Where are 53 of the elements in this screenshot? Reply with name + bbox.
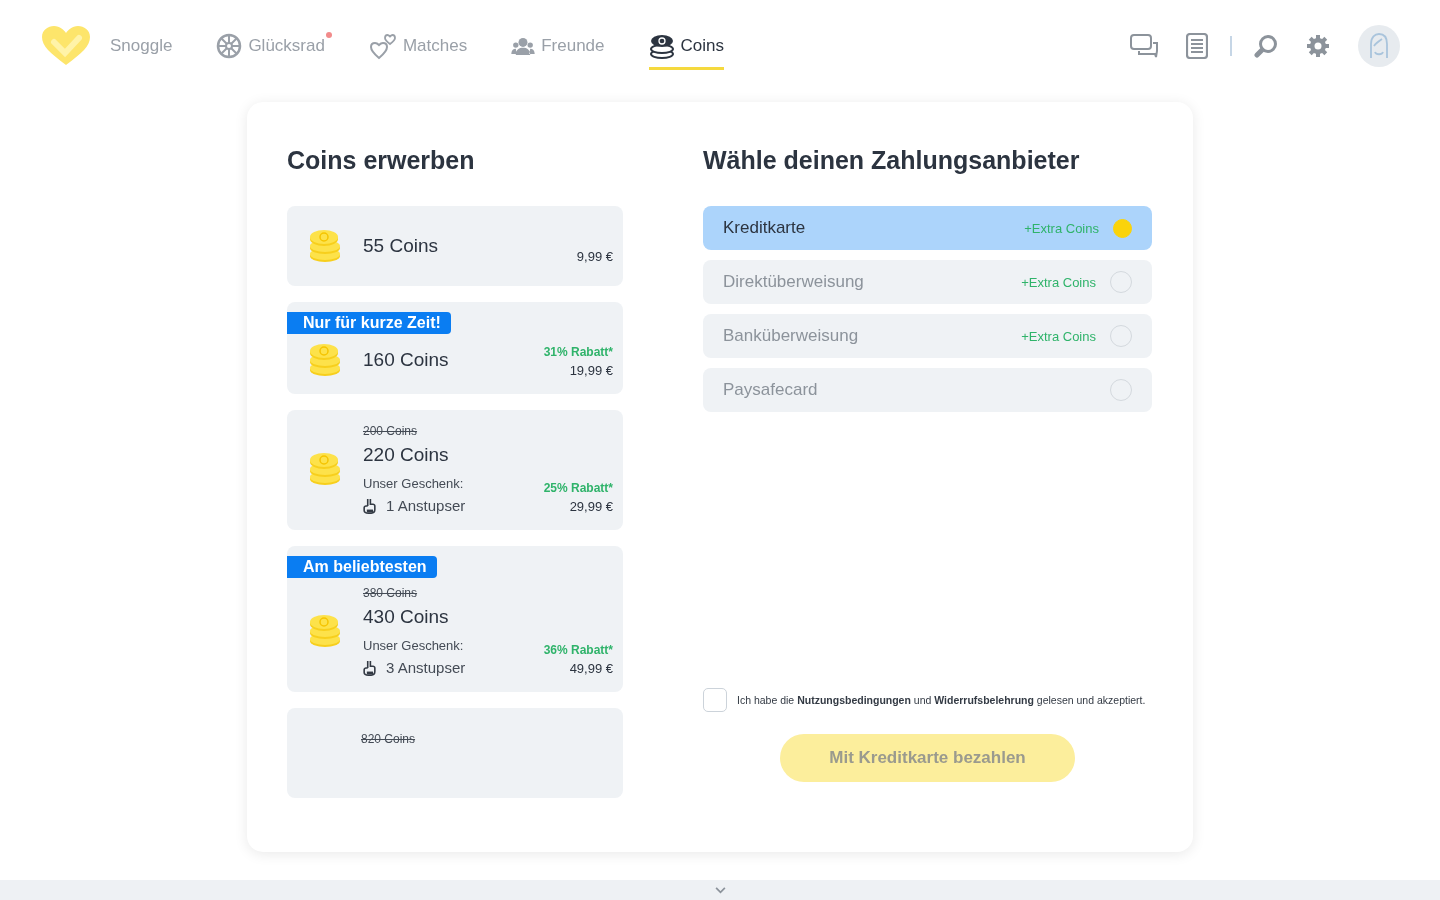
coin-stack-icon [307,613,343,649]
price-text: 19,99 € [569,363,613,378]
coin-amount: 430 Coins [363,606,450,628]
coin-amount: 160 Coins [363,349,450,371]
terms-text: Ich habe die Nutzungsbedingungen und Widerrufsbelehrung gelesen und akzeptiert. [737,694,1146,706]
price-text: 49,99 € [569,661,613,676]
people-icon [511,37,536,55]
promo-label: Nur für kurze Zeit! [287,312,451,334]
nav-tab[interactable]: Glücksrad [216,22,325,70]
payment-option[interactable]: Paysafecard [703,368,1152,412]
price-text: 29,99 € [569,499,613,514]
discount-text: 31% Rabatt* [543,345,613,359]
coin-package[interactable]: 200 Coins 220 Coins Unser Geschenk: 1 Anstupser 25% Rabatt* 29,99 € [287,410,623,530]
coin-stack-icon [307,451,343,487]
payment-option[interactable]: Kreditkarte +Extra Coins [703,206,1152,250]
document-icon[interactable] [1186,33,1208,59]
avatar[interactable] [1358,25,1400,67]
payment-option[interactable]: Direktüberweisung +Extra Coins [703,260,1152,304]
coin-stack-icon [307,342,343,378]
coin-package[interactable]: 55 Coins 9,99 € [287,206,623,286]
coin-stack-icon [307,228,343,264]
search-icon[interactable] [1254,34,1278,58]
discount-text: 25% Rabatt* [543,481,613,495]
coin-amount: 220 Coins [363,444,450,466]
wheel-icon [216,33,243,59]
gift-text: 1 Anstupser [386,497,466,514]
coin-amount: 55 Coins [363,235,439,257]
promo-label: Am beliebtesten [287,556,437,578]
old-coin-amount: 380 Coins [363,586,419,600]
gift-label: Unser Geschenk: [363,638,465,653]
coins-icon [648,33,675,59]
checkbox[interactable] [703,688,727,712]
nav-tab[interactable]: Freunde [511,22,605,70]
coin-package[interactable]: 820 Coins [287,708,623,798]
chat-icon[interactable] [1130,34,1158,58]
nav-tab[interactable]: Coins [648,22,724,70]
old-coin-amount: 200 Coins [363,424,419,438]
nav-tab[interactable]: Snoggle [40,22,173,70]
coin-package[interactable]: Nur für kurze Zeit! 160 Coins 31% Rabatt* 19,99 € [287,302,623,394]
coin-package[interactable]: Am beliebtesten 380 Coins 430 Coins Unser Geschenk: 3 Anstupser 36% Rabatt* 49,99 € [287,546,623,692]
chevron-down-icon[interactable] [714,886,726,894]
hearts-icon [368,32,397,60]
old-coin-amount: 820 Coins [361,732,417,746]
heart-logo-icon [40,25,92,67]
section-title: Coins erwerben [287,145,476,176]
person-silhouette-icon [1367,32,1391,60]
section-title: Wähle deinen Zahlungsanbieter [703,145,1081,176]
gift-text: 3 Anstupser [386,659,466,676]
discount-text: 36% Rabatt* [543,643,613,657]
gift-label: Unser Geschenk: [363,476,465,491]
nav-tab[interactable]: Matches [368,22,468,70]
price-text: 9,99 € [576,249,613,264]
payment-option[interactable]: Banküberweisung +Extra Coins [703,314,1152,358]
